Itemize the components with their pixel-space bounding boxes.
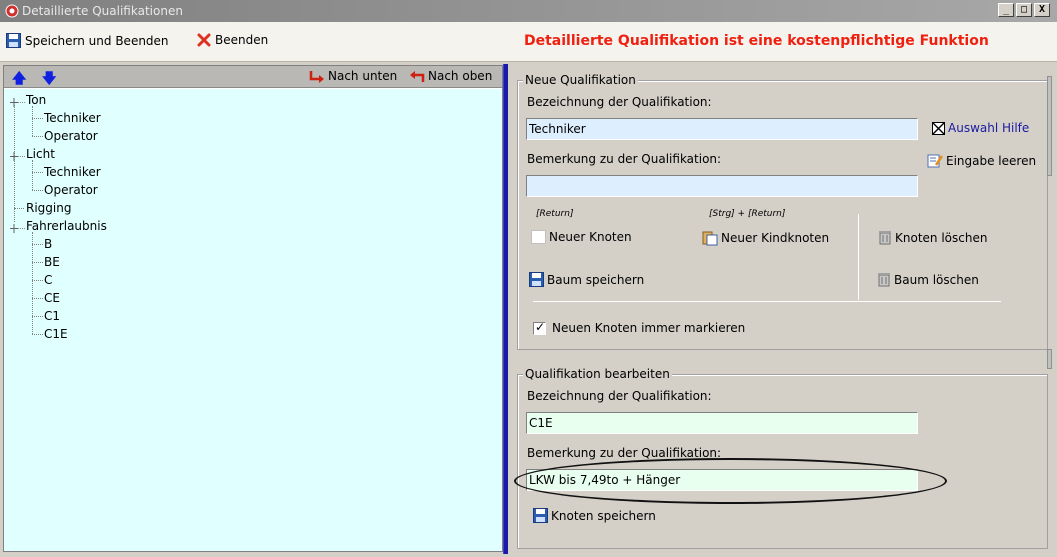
red-x-icon (197, 33, 211, 47)
edit-name-input[interactable] (526, 412, 918, 434)
title-bar: Detaillierte Qualifikationen _ □ X (0, 0, 1057, 22)
selection-help-label: Auswahl Hilfe (948, 121, 1030, 135)
move-up-button[interactable]: Nach oben (409, 69, 492, 83)
move-down-label: Nach unten (328, 69, 398, 83)
edit-note-label: Bemerkung zu der Qualifikation: (527, 446, 722, 460)
app-icon (5, 4, 19, 18)
tree-branch-line (32, 190, 43, 191)
floppy-disk-icon (6, 33, 21, 48)
save-and-close-label: Speichern und Beenden (25, 33, 169, 48)
tree-branch-line (32, 280, 43, 281)
tree-branch-line (32, 172, 43, 173)
new-child-node-label: Neuer Kindknoten (721, 231, 830, 245)
always-mark-new-node-checkbox[interactable]: Neuen Knoten immer markieren (533, 320, 746, 335)
close-button[interactable]: Beenden (197, 33, 268, 47)
window-title: Detaillierte Qualifikationen (22, 4, 183, 18)
tree-branch-line (32, 244, 43, 245)
vertical-separator (858, 214, 859, 300)
minimize-button[interactable]: _ (998, 3, 1014, 17)
trash-can-icon (879, 231, 891, 245)
checkbox-checked-icon (533, 320, 546, 335)
save-node-label: Knoten speichern (551, 508, 656, 523)
horizontal-separator (533, 301, 1001, 302)
maximize-button[interactable]: □ (1016, 3, 1032, 17)
tree-branch-line (32, 136, 43, 137)
edit-name-label: Bezeichnung der Qualifikation: (527, 389, 712, 403)
tree-node-child[interactable]: BE (44, 254, 60, 270)
save-node-button[interactable]: Knoten speichern (533, 508, 656, 523)
tree-node-child[interactable]: Techniker (44, 164, 101, 180)
delete-node-button[interactable]: Knoten löschen (878, 230, 987, 245)
tree-node-root[interactable]: Licht (26, 146, 55, 162)
tree-node-child[interactable]: Operator (44, 128, 98, 144)
tree-node-child[interactable]: C1E (44, 326, 68, 342)
tree-toolbar: 🡅 🡇 Nach unten Nach oben (4, 66, 502, 88)
tree-node-root[interactable]: Fahrerlaubnis (26, 218, 107, 234)
ctrl-return-hint: [Strg] + [Return] (709, 209, 786, 219)
tree-collapse-icon[interactable] (10, 96, 26, 107)
new-name-input[interactable] (526, 118, 918, 140)
qualification-tree[interactable]: Ton Techniker Operator Licht Techniker Operat… (4, 89, 502, 551)
tree-node-child[interactable]: C1 (44, 308, 60, 324)
tree-node-child[interactable]: Techniker (44, 110, 101, 126)
tree-node-child[interactable]: C (44, 272, 52, 288)
red-turn-down-icon (309, 70, 324, 83)
tree-panel: 🡅 🡇 Nach unten Nach oben Ton Techniker Ope… (3, 65, 503, 552)
new-note-label: Bemerkung zu der Qualifikation: (527, 152, 722, 166)
new-child-node-button[interactable]: Neuer Kindknoten (702, 230, 829, 246)
move-up-label: Nach oben (428, 69, 493, 83)
close-window-button[interactable]: X (1034, 3, 1050, 17)
new-name-label: Bezeichnung der Qualifikation: (527, 95, 712, 109)
scrollbar-thumb-lower[interactable] (1047, 349, 1052, 369)
selection-help-checkbox[interactable]: Auswahl Hilfe (932, 121, 1029, 135)
clipboard-copy-icon (702, 231, 718, 246)
clear-input-button[interactable]: Eingabe leeren (927, 153, 1036, 168)
trash-can-icon (878, 273, 890, 287)
tree-leaf-connector (14, 208, 24, 209)
tree-branch-line (32, 262, 43, 263)
new-qualification-title: Neue Qualifikation (523, 73, 638, 87)
tree-branch-line (32, 316, 43, 317)
save-tree-label: Baum speichern (547, 272, 645, 287)
return-hint: [Return] (536, 209, 574, 219)
red-turn-up-icon (410, 70, 425, 82)
tree-vertical-line (32, 232, 33, 334)
tree-node-child[interactable]: CE (44, 290, 60, 306)
blank-node-icon (531, 230, 546, 244)
tree-vertical-line (32, 106, 33, 136)
move-down-button[interactable]: Nach unten (309, 69, 397, 83)
main-toolbar: Speichern und Beenden Beenden Detaillier… (0, 22, 1057, 62)
tree-node-root[interactable]: Rigging (26, 200, 71, 216)
delete-tree-button[interactable]: Baum löschen (877, 272, 979, 287)
tree-branch-line (32, 118, 43, 119)
checkbox-crossed-icon (932, 121, 945, 135)
tree-vertical-line (32, 160, 33, 190)
tree-node-root[interactable]: Ton (26, 92, 46, 108)
floppy-disk-icon (533, 508, 548, 523)
delete-tree-label: Baum löschen (894, 272, 979, 287)
delete-node-label: Knoten löschen (895, 230, 988, 245)
save-and-close-button[interactable]: Speichern und Beenden (6, 33, 169, 48)
tree-collapse-icon[interactable] (10, 222, 26, 233)
details-panel: Neue Qualifikation Bezeichnung der Quali… (508, 64, 1055, 554)
new-node-button[interactable]: Neuer Knoten (531, 230, 632, 244)
tree-branch-line (32, 334, 43, 335)
new-node-label: Neuer Knoten (549, 230, 632, 244)
save-tree-button[interactable]: Baum speichern (529, 272, 644, 287)
floppy-disk-icon (529, 272, 544, 287)
tree-branch-line (32, 298, 43, 299)
new-note-input[interactable] (526, 175, 918, 197)
tree-node-child[interactable]: Operator (44, 182, 98, 198)
edit-note-input[interactable] (526, 469, 918, 491)
paid-feature-warning: Detaillierte Qualifikation ist eine kost… (524, 33, 989, 49)
tree-node-child[interactable]: B (44, 236, 52, 252)
tree-root-line (14, 105, 15, 222)
scrollbar-thumb[interactable] (1047, 76, 1052, 176)
always-mark-label: Neuen Knoten immer markieren (552, 321, 746, 335)
eraser-pen-icon (927, 154, 943, 168)
edit-qualification-title: Qualifikation bearbeiten (523, 367, 672, 381)
close-label: Beenden (215, 33, 269, 47)
clear-input-label: Eingabe leeren (946, 153, 1037, 168)
